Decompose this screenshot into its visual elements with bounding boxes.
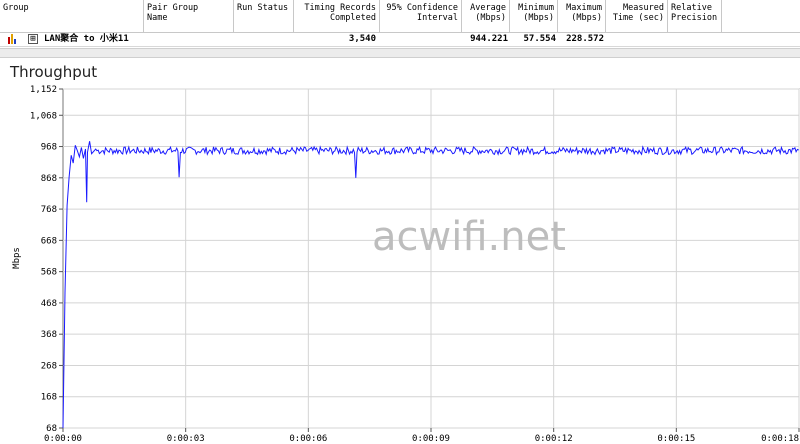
y-tick-label: 1,068 (30, 111, 57, 121)
y-tick-label: 768 (41, 205, 57, 215)
x-tick-label: 0:00:06 (289, 434, 327, 444)
y-tick-label: 968 (41, 143, 57, 153)
x-tick-label: 0:00:15 (657, 434, 695, 444)
y-tick-label: 868 (41, 174, 57, 184)
y-tick-label: 568 (41, 268, 57, 278)
y-tick-label: 68 (46, 424, 57, 434)
y-tick-label: 368 (41, 330, 57, 340)
x-tick-label: 0:00:12 (535, 434, 573, 444)
y-tick-label: 668 (41, 236, 57, 246)
y-tick-label: 268 (41, 361, 57, 371)
x-tick-label: 0:00:09 (412, 434, 450, 444)
throughput-chart: 1,1521,068968868768668568468368268168680… (12, 85, 800, 444)
x-tick-label: 0:00:18 (761, 434, 799, 444)
y-tick-label: 168 (41, 393, 57, 403)
y-axis-label: Mbps (12, 247, 22, 269)
y-tick-label: 1,152 (30, 85, 57, 95)
x-tick-label: 0:00:00 (44, 434, 82, 444)
x-tick-label: 0:00:03 (167, 434, 205, 444)
y-tick-label: 468 (41, 299, 57, 309)
watermark: acwifi.net (372, 214, 566, 260)
